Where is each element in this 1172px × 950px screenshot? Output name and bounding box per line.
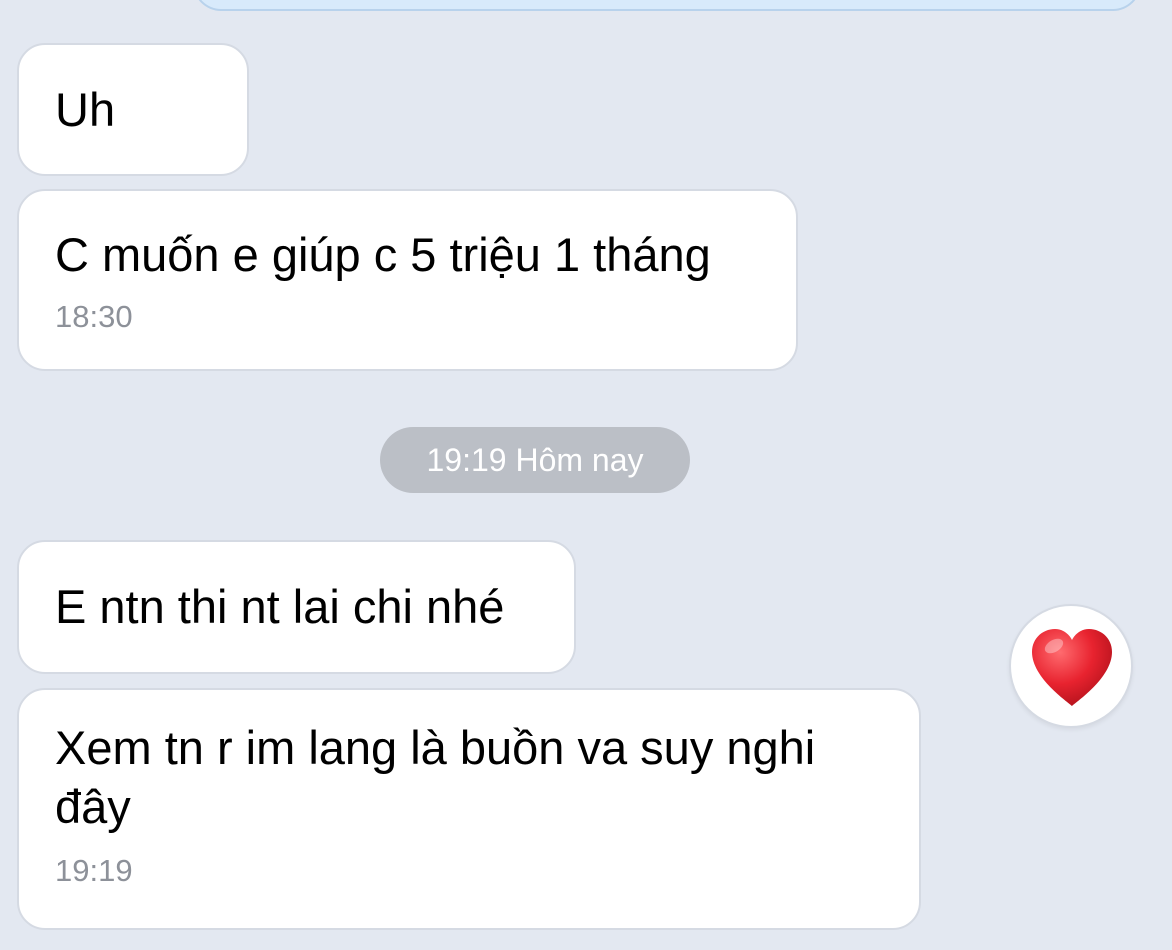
message-text: C muốn e giúp c 5 triệu 1 tháng (55, 228, 711, 281)
received-message-bubble[interactable]: Xem tn r im lang là buồn va suy nghi đây… (17, 688, 921, 930)
chat-message-list[interactable]: Uh C muốn e giúp c 5 triệu 1 tháng 18:30… (0, 0, 1172, 950)
received-message-bubble[interactable]: E ntn thi nt lai chi nhé (17, 540, 576, 674)
reaction-button[interactable] (1009, 604, 1133, 728)
message-text: Uh (55, 83, 116, 136)
received-message-bubble[interactable]: Uh (17, 43, 249, 176)
message-timestamp: 19:19 (55, 853, 133, 888)
heart-icon (1032, 629, 1112, 706)
message-timestamp: 18:30 (55, 299, 133, 334)
message-text: E ntn thi nt lai chi nhé (55, 580, 505, 633)
message-text: Xem tn r im lang là buồn va suy nghi đây (55, 721, 816, 833)
received-message-bubble[interactable]: C muốn e giúp c 5 triệu 1 tháng 18:30 (17, 189, 798, 371)
sent-message-bubble[interactable] (193, 0, 1141, 11)
date-divider: 19:19 Hôm nay (380, 427, 690, 493)
